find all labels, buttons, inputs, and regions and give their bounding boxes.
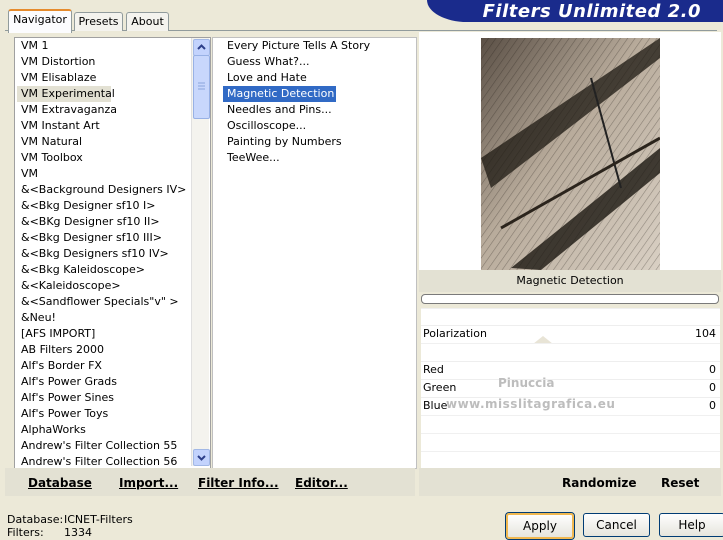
cancel-button[interactable]: Cancel <box>583 513 650 537</box>
category-item[interactable]: &<Bkg Designer sf10 III> <box>17 230 162 246</box>
filter-item[interactable]: Every Picture Tells A Story <box>223 38 372 54</box>
scroll-thumb[interactable] <box>193 55 210 119</box>
filter-name-strip: Magnetic Detection <box>419 270 721 292</box>
category-item[interactable]: VM Distortion <box>17 54 95 70</box>
category-item[interactable]: VM 1 <box>17 38 49 54</box>
status-database-value: ICNET-Filters <box>64 513 133 526</box>
filter-item[interactable]: Magnetic Detection <box>223 86 337 102</box>
category-item[interactable]: VM Experimental <box>17 86 115 102</box>
category-item[interactable]: VM <box>17 166 38 182</box>
filter-list[interactable]: Every Picture Tells A Story Guess What?..… <box>212 37 417 469</box>
category-scrollbar[interactable] <box>191 38 210 466</box>
filter-name-label: Magnetic Detection <box>516 274 624 287</box>
scroll-up-button[interactable] <box>193 39 210 56</box>
chevron-down-icon <box>197 455 206 461</box>
randomize-button[interactable]: Randomize <box>562 475 636 491</box>
category-item[interactable]: Alf's Power Sines <box>17 390 114 406</box>
chevron-up-icon <box>197 44 206 50</box>
help-button[interactable]: Help <box>659 513 723 537</box>
app-banner: Filters Unlimited 2.0 <box>427 0 723 22</box>
grip-icon <box>198 82 205 90</box>
filter-item[interactable]: Needles and Pins... <box>223 102 334 118</box>
filter-item[interactable]: Guess What?... <box>223 54 311 70</box>
param-label: Polarization <box>423 327 487 340</box>
reset-button[interactable]: Reset <box>661 475 699 491</box>
category-list[interactable]: VM 1 VM Distortion VM Elisablaze VM Experim… <box>14 37 211 469</box>
param-green[interactable]: Green 0 <box>421 379 720 398</box>
category-item[interactable]: VM Natural <box>17 134 82 150</box>
filter-item[interactable]: Oscilloscope... <box>223 118 308 134</box>
filter-item[interactable]: Painting by Numbers <box>223 134 344 150</box>
param-label: Green <box>423 381 457 394</box>
category-item[interactable]: &<Kaleidoscope> <box>17 278 121 294</box>
category-item[interactable]: Alf's Power Grads <box>17 374 117 390</box>
tab-about[interactable]: About <box>126 12 169 31</box>
filter-item[interactable]: Love and Hate <box>223 70 309 86</box>
param-empty-row <box>421 433 720 451</box>
param-value: 104 <box>695 327 716 340</box>
param-label: Red <box>423 363 444 376</box>
category-item[interactable]: Alf's Power Toys <box>17 406 108 422</box>
param-empty-row <box>421 415 720 433</box>
category-item[interactable]: AB Filters 2000 <box>17 342 104 358</box>
param-empty-row <box>421 308 720 326</box>
watermark-name: Pinuccia <box>498 376 555 390</box>
category-item[interactable]: AlphaWorks <box>17 422 86 438</box>
param-empty-row <box>421 451 720 469</box>
param-label: Blue <box>423 399 448 412</box>
filter-item[interactable]: TeeWee... <box>223 150 282 166</box>
app-title: Filters Unlimited 2.0 <box>482 1 701 22</box>
category-item[interactable]: VM Instant Art <box>17 118 100 134</box>
param-polarization[interactable]: Polarization 104 <box>421 325 720 344</box>
param-value: 0 <box>709 399 716 412</box>
category-item[interactable]: &<Bkg Designer sf10 I> <box>17 198 156 214</box>
scroll-down-button[interactable] <box>193 449 210 466</box>
param-empty-row <box>421 343 720 361</box>
category-item[interactable]: &<Bkg Kaleidoscope> <box>17 262 145 278</box>
category-item[interactable]: [AFS IMPORT] <box>17 326 95 342</box>
database-button[interactable]: Database <box>28 475 92 491</box>
category-item[interactable]: &<Background Designers IV> <box>17 182 186 198</box>
status-database-label: Database: <box>7 513 64 526</box>
param-red[interactable]: Red 0 <box>421 361 720 380</box>
category-item[interactable]: VM Extravaganza <box>17 102 117 118</box>
tab-navigator[interactable]: Navigator <box>8 9 72 33</box>
param-value: 0 <box>709 363 716 376</box>
category-item[interactable]: &<Sandflower Specials"v" > <box>17 294 179 310</box>
editor-button[interactable]: Editor... <box>295 475 348 491</box>
category-item[interactable]: VM Elisablaze <box>17 70 96 86</box>
category-item[interactable]: Andrew's Filter Collection 56 <box>17 454 177 468</box>
apply-button[interactable]: Apply <box>506 513 574 539</box>
filter-info-button[interactable]: Filter Info... <box>198 475 279 491</box>
category-item[interactable]: &<BKg Designer sf10 II> <box>17 214 160 230</box>
category-item[interactable]: &<Bkg Designers sf10 IV> <box>17 246 169 262</box>
preview-image <box>481 38 660 270</box>
param-value: 0 <box>709 381 716 394</box>
tab-presets[interactable]: Presets <box>74 12 123 31</box>
status-filters-label: Filters: <box>7 526 44 539</box>
category-item[interactable]: Alf's Border FX <box>17 358 102 374</box>
category-item[interactable]: VM Toolbox <box>17 150 83 166</box>
progress-bar <box>421 294 719 304</box>
preview-area <box>419 32 721 270</box>
import-button[interactable]: Import... <box>119 475 178 491</box>
category-item[interactable]: &Neu! <box>17 310 56 326</box>
category-item[interactable]: Andrew's Filter Collection 55 <box>17 438 177 454</box>
status-filters-value: 1334 <box>64 526 92 539</box>
watermark-url: www.misslitagrafica.eu <box>446 397 616 411</box>
